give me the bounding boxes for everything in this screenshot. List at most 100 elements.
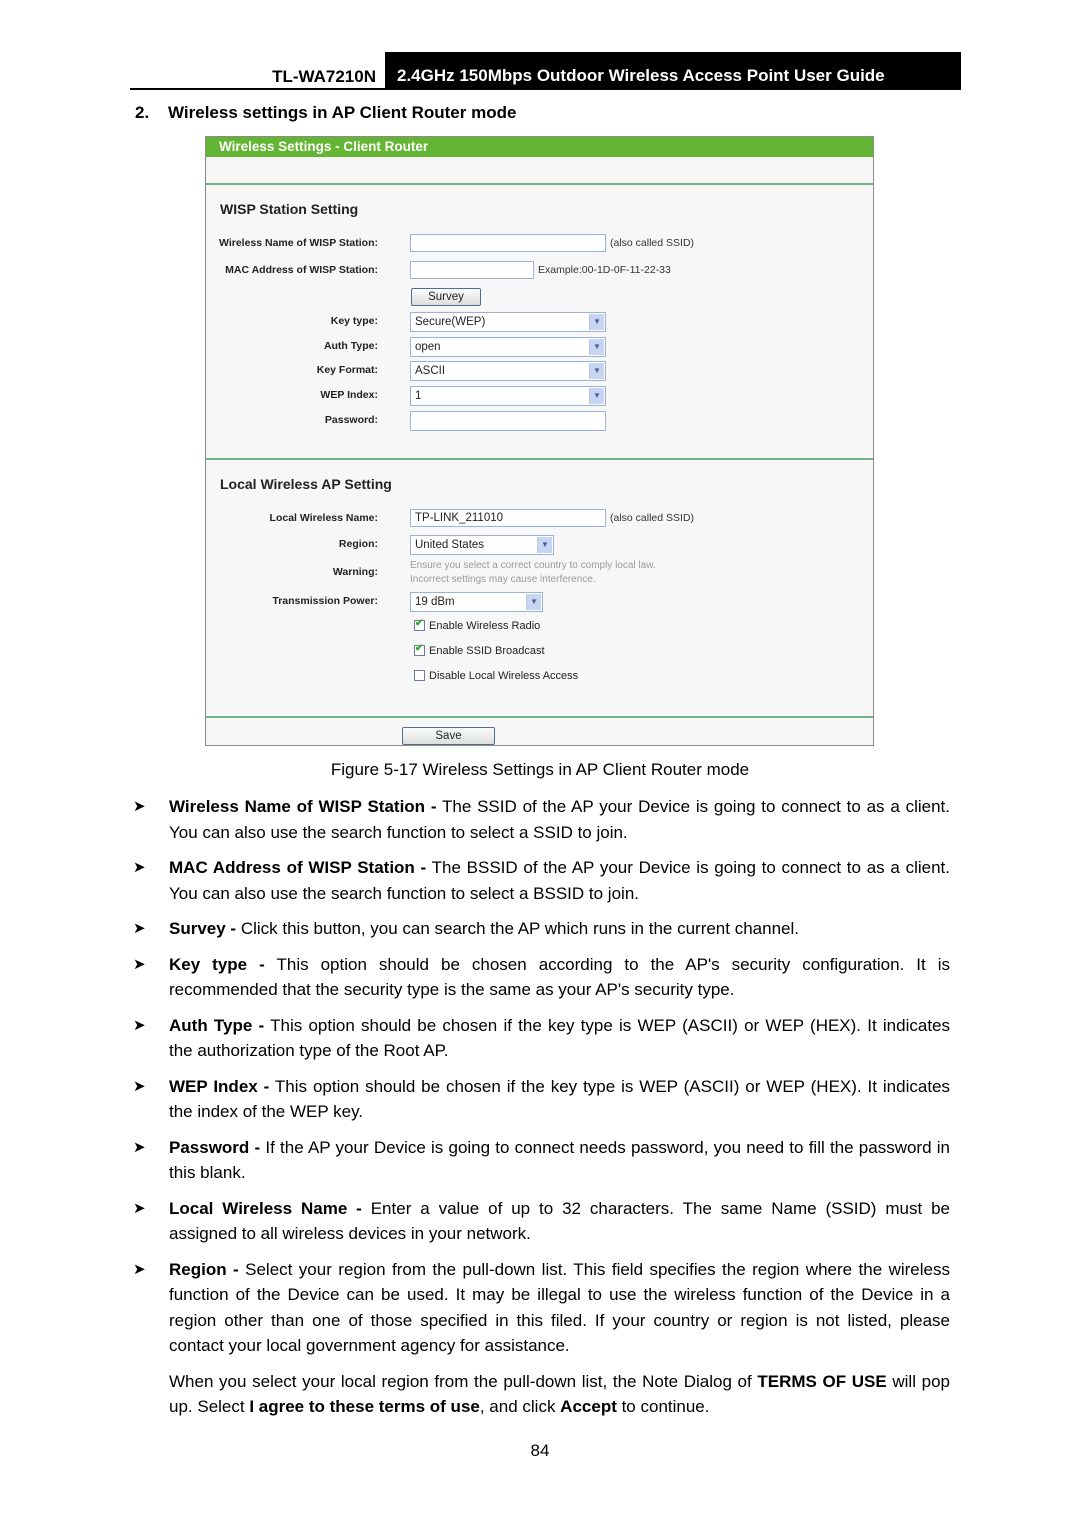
chevron-down-icon[interactable]: ▼ bbox=[589, 388, 604, 404]
model-name: TL-WA7210N bbox=[272, 67, 376, 86]
auth-type-row: Auth Type: open ▼ bbox=[206, 337, 873, 359]
checkbox-checked-icon[interactable]: ✔ bbox=[414, 643, 425, 656]
list-item: ➤ WEP Index - This option should be chose… bbox=[133, 1074, 950, 1125]
emphasis: Accept bbox=[560, 1397, 617, 1416]
wep-index-row: WEP Index: 1 ▼ bbox=[206, 386, 873, 408]
term: Local Wireless Name - bbox=[169, 1198, 362, 1218]
list-item: ➤ Wireless Name of WISP Station - The SSI… bbox=[133, 794, 950, 845]
section-divider bbox=[206, 458, 873, 460]
password-label: Password: bbox=[324, 414, 378, 426]
wisp-mac-input[interactable] bbox=[410, 261, 534, 279]
warning-label: Warning: bbox=[332, 566, 378, 578]
arrow-bullet-icon: ➤ bbox=[133, 1077, 146, 1095]
key-format-row: Key Format: ASCII ▼ bbox=[206, 361, 873, 383]
arrow-bullet-icon: ➤ bbox=[133, 1260, 146, 1278]
emphasis: TERMS OF USE bbox=[757, 1371, 887, 1391]
section-divider bbox=[206, 716, 873, 718]
warning-line-2: Incorrect settings may cause interferenc… bbox=[410, 574, 596, 585]
chevron-down-icon[interactable]: ▼ bbox=[589, 339, 604, 355]
region-note-paragraph: When you select your local region from t… bbox=[133, 1369, 950, 1420]
auth-type-label: Auth Type: bbox=[323, 340, 378, 352]
enable-ssid-broadcast-checkbox[interactable]: ✔ Enable SSID Broadcast bbox=[414, 643, 545, 657]
power-select[interactable]: 19 dBm ▼ bbox=[410, 592, 543, 612]
wisp-ssid-row: Wireless Name of WISP Station: (also cal… bbox=[206, 234, 873, 256]
enable-wireless-radio-checkbox[interactable]: ✔ Enable Wireless Radio bbox=[414, 618, 540, 632]
wisp-mac-note: Example:00-1D-0F-11-22-33 bbox=[538, 264, 671, 276]
description: This option should be chosen according t… bbox=[169, 954, 951, 1000]
section-heading: 2. Wireless settings in AP Client Router … bbox=[135, 103, 516, 123]
panel-title: Wireless Settings - Client Router bbox=[206, 137, 873, 157]
region-select[interactable]: United States ▼ bbox=[410, 535, 554, 555]
local-name-row: Local Wireless Name: TP-LINK_211010 (als… bbox=[206, 509, 873, 531]
list-item: ➤ Local Wireless Name - Enter a value of … bbox=[133, 1196, 950, 1247]
warning-line-1: Ensure you select a correct country to c… bbox=[410, 560, 656, 571]
wisp-station-heading: WISP Station Setting bbox=[220, 201, 359, 217]
key-format-select[interactable]: ASCII ▼ bbox=[410, 361, 606, 381]
wep-index-label: WEP Index: bbox=[320, 389, 378, 401]
auth-type-select[interactable]: open ▼ bbox=[410, 337, 606, 357]
term: Key type - bbox=[169, 954, 265, 974]
checkbox-label: Enable SSID Broadcast bbox=[429, 645, 545, 657]
page-number: 84 bbox=[530, 1441, 550, 1460]
guide-title: 2.4GHz 150Mbps Outdoor Wireless Access P… bbox=[385, 52, 961, 90]
list-item: ➤ MAC Address of WISP Station - The BSSID… bbox=[133, 855, 950, 906]
description: This option should be chosen if the key … bbox=[169, 1015, 951, 1061]
wep-index-select[interactable]: 1 ▼ bbox=[410, 386, 606, 406]
description: If the AP your Device is going to connec… bbox=[169, 1137, 950, 1183]
key-type-label: Key type: bbox=[330, 315, 378, 327]
term: Password - bbox=[169, 1137, 261, 1157]
wisp-ssid-label: Wireless Name of WISP Station: bbox=[219, 237, 378, 249]
list-item: ➤ Survey - Click this button, you can sea… bbox=[133, 916, 950, 942]
text: When you select your local region from t… bbox=[169, 1371, 758, 1391]
list-item: ➤ Password - If the AP your Device is goi… bbox=[133, 1135, 950, 1186]
wisp-ssid-note: (also called SSID) bbox=[610, 237, 695, 249]
password-input[interactable] bbox=[410, 411, 606, 431]
key-format-value: ASCII bbox=[415, 365, 446, 377]
warning-row: Warning: Ensure you select a correct cou… bbox=[206, 560, 873, 585]
checkbox-unchecked-icon[interactable] bbox=[414, 670, 425, 681]
region-label: Region: bbox=[338, 538, 378, 550]
power-label: Transmission Power: bbox=[272, 595, 378, 607]
chevron-down-icon[interactable]: ▼ bbox=[589, 363, 604, 379]
save-button[interactable]: Save bbox=[402, 727, 495, 745]
key-type-row: Key type: Secure(WEP) ▼ bbox=[206, 312, 873, 334]
chevron-down-icon[interactable]: ▼ bbox=[526, 594, 541, 610]
list-item: ➤ Auth Type - This option should be chose… bbox=[133, 1013, 950, 1064]
arrow-bullet-icon: ➤ bbox=[133, 859, 146, 876]
wireless-settings-panel: Wireless Settings - Client Router WISP S… bbox=[205, 136, 874, 746]
local-name-input[interactable]: TP-LINK_211010 bbox=[410, 509, 606, 527]
page-header: TL-WA7210N 2.4GHz 150Mbps Outdoor Wirele… bbox=[130, 52, 961, 90]
arrow-bullet-icon: ➤ bbox=[133, 920, 146, 937]
section-divider bbox=[206, 183, 873, 185]
list-item: ➤ Key type - This option should be chosen… bbox=[133, 952, 950, 1003]
key-format-label: Key Format: bbox=[316, 364, 378, 376]
arrow-bullet-icon: ➤ bbox=[133, 1016, 146, 1034]
section-title: Wireless settings in AP Client Router mo… bbox=[168, 103, 517, 122]
wisp-mac-label: MAC Address of WISP Station: bbox=[225, 264, 378, 276]
power-row: Transmission Power: 19 dBm ▼ bbox=[206, 592, 873, 614]
term: Auth Type - bbox=[169, 1015, 265, 1035]
arrow-bullet-icon: ➤ bbox=[133, 1199, 146, 1217]
region-value: United States bbox=[415, 539, 485, 551]
survey-button[interactable]: Survey bbox=[411, 288, 481, 306]
local-name-label: Local Wireless Name: bbox=[269, 512, 378, 524]
power-value: 19 dBm bbox=[415, 596, 455, 608]
disable-local-wireless-access-checkbox[interactable]: Disable Local Wireless Access bbox=[414, 670, 578, 682]
arrow-bullet-icon: ➤ bbox=[133, 955, 146, 973]
chevron-down-icon[interactable]: ▼ bbox=[589, 314, 604, 330]
password-row: Password: bbox=[206, 411, 873, 433]
list-item: ➤ Region - Select your region from the pu… bbox=[133, 1257, 950, 1359]
text: , and click bbox=[479, 1397, 561, 1416]
key-type-select[interactable]: Secure(WEP) ▼ bbox=[410, 312, 606, 332]
term: Region - bbox=[169, 1259, 239, 1279]
section-number: 2. bbox=[135, 103, 150, 122]
wisp-ssid-input[interactable] bbox=[410, 234, 606, 252]
wisp-mac-row: MAC Address of WISP Station: Example:00-… bbox=[206, 261, 873, 283]
term: MAC Address of WISP Station - bbox=[169, 858, 427, 877]
chevron-down-icon[interactable]: ▼ bbox=[537, 537, 552, 553]
description: Select your region from the pull-down li… bbox=[169, 1259, 950, 1356]
description: Click this button, you can search the AP… bbox=[236, 919, 799, 938]
region-row: Region: United States ▼ bbox=[206, 535, 873, 557]
checkbox-checked-icon[interactable]: ✔ bbox=[414, 618, 425, 631]
arrow-bullet-icon: ➤ bbox=[133, 1138, 146, 1156]
